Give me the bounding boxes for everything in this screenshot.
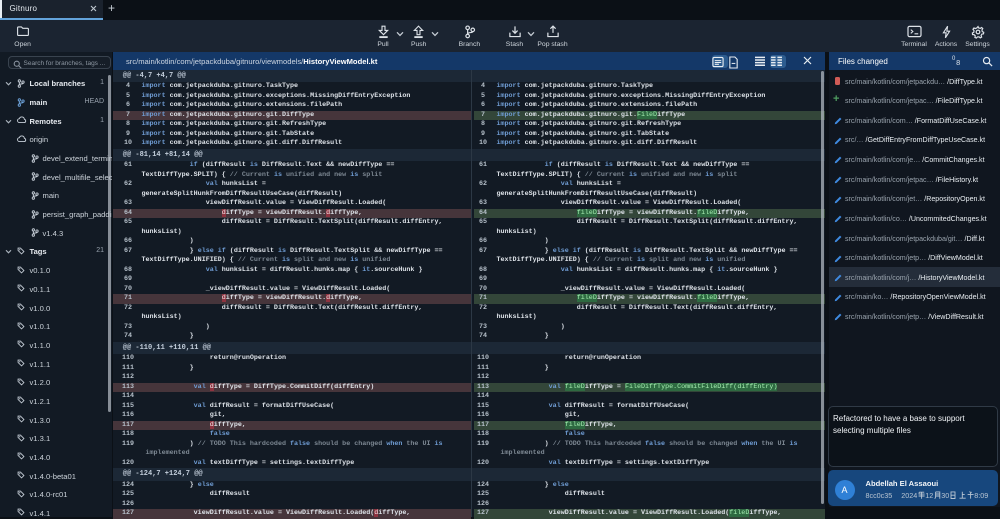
- svg-text:8: 8: [956, 58, 960, 66]
